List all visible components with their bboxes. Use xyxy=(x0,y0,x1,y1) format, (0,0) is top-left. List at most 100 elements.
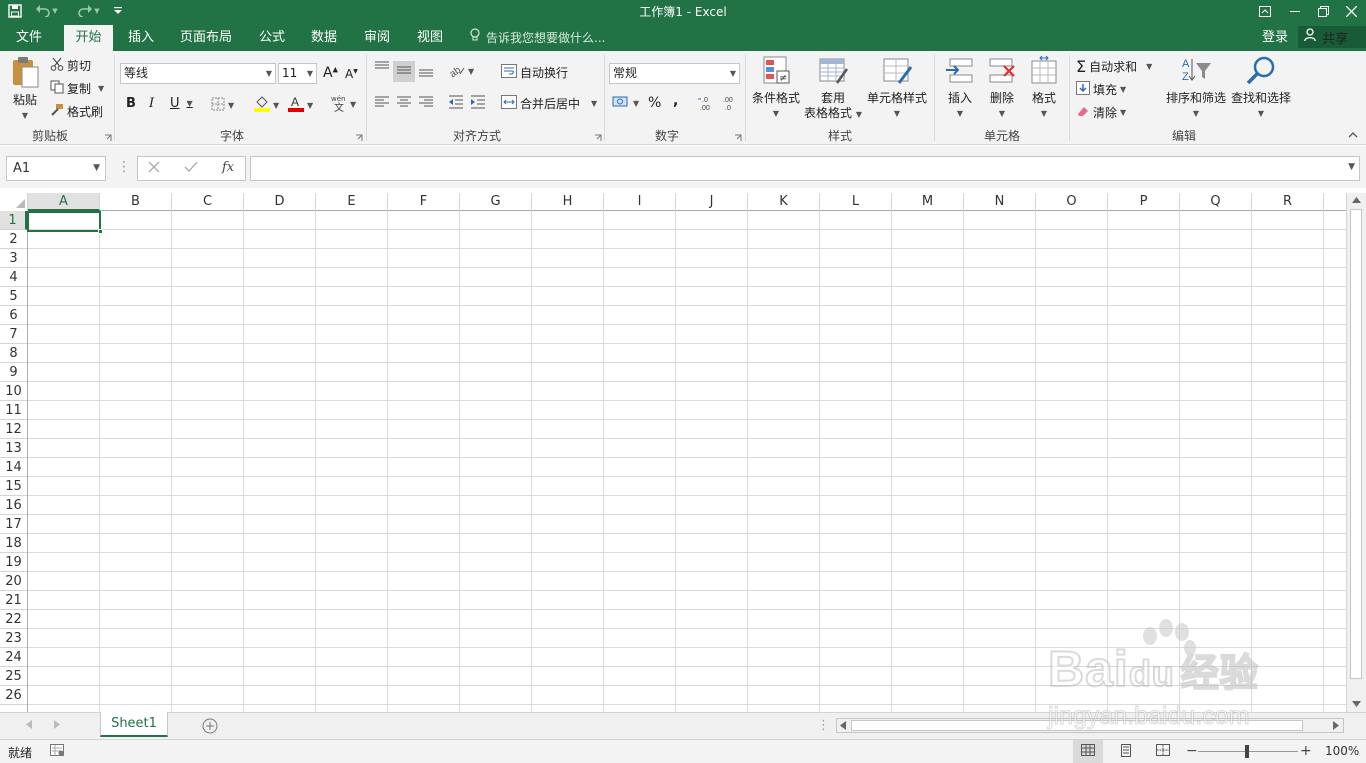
row-header-5[interactable]: 5 xyxy=(0,287,27,306)
shrink-font-button[interactable]: A▼ xyxy=(345,67,358,81)
restore-icon[interactable] xyxy=(1308,0,1338,22)
normal-view-button[interactable] xyxy=(1073,740,1103,763)
borders-button[interactable]: ▼ xyxy=(211,97,234,114)
font-size-combo[interactable]: 11 ▼ xyxy=(278,63,317,84)
row-header-23[interactable]: 23 xyxy=(0,629,27,648)
collapse-ribbon-icon[interactable] xyxy=(1348,131,1358,138)
column-header-o[interactable]: O xyxy=(1036,193,1108,211)
fill-button[interactable]: 填充 ▼ xyxy=(1076,81,1126,98)
column-header-p[interactable]: P xyxy=(1108,193,1180,211)
column-header-n[interactable]: N xyxy=(964,193,1036,211)
fill-color-button[interactable]: ▼ xyxy=(254,95,279,115)
align-middle-button[interactable] xyxy=(393,61,415,82)
vertical-scroll-thumb[interactable] xyxy=(1350,209,1362,679)
copy-button[interactable]: 复制 ▼ xyxy=(50,80,104,97)
comma-style-button[interactable]: , xyxy=(673,93,678,109)
decrease-indent-button[interactable] xyxy=(448,95,464,112)
chevron-down-icon[interactable]: ▼ xyxy=(591,99,597,108)
increase-indent-button[interactable] xyxy=(470,95,486,112)
increase-decimal-button[interactable]: .0.00 xyxy=(698,95,716,114)
row-header-3[interactable]: 3 xyxy=(0,249,27,268)
tab-insert[interactable]: 插入 xyxy=(118,25,164,51)
tab-page-layout[interactable]: 页面布局 xyxy=(170,25,242,51)
phonetic-button[interactable]: wén 文 ▼ xyxy=(331,94,356,115)
clipboard-launcher-icon[interactable] xyxy=(104,131,112,141)
row-header-12[interactable]: 12 xyxy=(0,420,27,439)
row-header-22[interactable]: 22 xyxy=(0,610,27,629)
horizontal-scrollbar[interactable] xyxy=(836,718,1344,733)
cell-styles-button[interactable]: 单元格样式 ▼ xyxy=(866,55,928,121)
column-header-r[interactable]: R xyxy=(1252,193,1324,211)
delete-cells-button[interactable]: 删除 ▼ xyxy=(982,55,1022,121)
row-header-9[interactable]: 9 xyxy=(0,363,27,382)
scroll-down-icon[interactable] xyxy=(1352,701,1361,707)
align-left-button[interactable] xyxy=(374,95,390,112)
merge-center-button[interactable]: 合并后居中 ▼ xyxy=(501,95,597,112)
clear-button[interactable]: 清除 ▼ xyxy=(1076,104,1126,121)
font-launcher-icon[interactable] xyxy=(355,131,363,141)
chevron-down-icon[interactable]: ▼ xyxy=(1120,108,1126,117)
row-header-16[interactable]: 16 xyxy=(0,496,27,515)
number-launcher-icon[interactable] xyxy=(734,131,742,141)
column-header-c[interactable]: C xyxy=(172,193,244,211)
row-header-18[interactable]: 18 xyxy=(0,534,27,553)
cell-area[interactable] xyxy=(28,211,1346,712)
wrap-text-button[interactable]: 自动换行 xyxy=(501,64,568,81)
zoom-in-button[interactable]: + xyxy=(1300,743,1312,759)
paste-button[interactable]: 粘贴 ▼ xyxy=(6,55,44,123)
chevron-down-icon[interactable]: ▼ xyxy=(1120,85,1126,94)
decrease-decimal-button[interactable]: .00.0 xyxy=(721,95,739,114)
row-header-10[interactable]: 10 xyxy=(0,382,27,401)
font-name-combo[interactable]: 等线 ▼ xyxy=(120,63,276,84)
column-header-m[interactable]: M xyxy=(892,193,964,211)
conditional-formatting-button[interactable]: ≠ 条件格式 ▼ xyxy=(750,55,802,121)
orientation-button[interactable]: ab ▼ xyxy=(448,63,474,81)
minimize-icon[interactable] xyxy=(1280,0,1310,22)
column-header-q[interactable]: Q xyxy=(1180,193,1252,211)
prev-sheet-icon[interactable] xyxy=(26,720,32,729)
page-layout-view-button[interactable] xyxy=(1111,740,1141,763)
chevron-down-icon[interactable]: ▼ xyxy=(1146,62,1152,71)
align-center-button[interactable] xyxy=(396,95,412,112)
bold-button[interactable]: B xyxy=(126,96,136,111)
tab-file[interactable]: 文件 xyxy=(4,25,54,51)
row-header-13[interactable]: 13 xyxy=(0,439,27,458)
column-header-b[interactable]: B xyxy=(100,193,172,211)
expand-formula-icon[interactable]: ▼ xyxy=(1348,162,1355,172)
zoom-out-button[interactable]: − xyxy=(1186,743,1198,759)
column-header-f[interactable]: F xyxy=(388,193,460,211)
tab-split-grip-icon[interactable]: ⋮ xyxy=(817,718,830,733)
row-header-6[interactable]: 6 xyxy=(0,306,27,325)
row-header-24[interactable]: 24 xyxy=(0,648,27,667)
share-button[interactable]: 共享 xyxy=(1298,26,1366,48)
sort-filter-button[interactable]: AZ 排序和筛选 ▼ xyxy=(1164,55,1228,121)
row-header-15[interactable]: 15 xyxy=(0,477,27,496)
scroll-right-icon[interactable] xyxy=(1333,721,1339,730)
underline-dropdown-icon[interactable]: ▼ xyxy=(187,99,193,108)
next-sheet-icon[interactable] xyxy=(54,720,60,729)
column-header-i[interactable]: I xyxy=(604,193,676,211)
align-right-button[interactable] xyxy=(418,95,434,112)
copy-dropdown-icon[interactable]: ▼ xyxy=(98,84,104,93)
column-header-l[interactable]: L xyxy=(820,193,892,211)
tab-review[interactable]: 审阅 xyxy=(355,25,399,51)
column-header-g[interactable]: G xyxy=(460,193,532,211)
align-top-button[interactable] xyxy=(374,61,390,78)
scroll-up-icon[interactable] xyxy=(1352,197,1361,203)
underline-button[interactable]: U ▼ xyxy=(170,96,193,111)
confirm-entry-icon[interactable] xyxy=(184,161,198,173)
tab-formulas[interactable]: 公式 xyxy=(250,25,294,51)
row-header-11[interactable]: 11 xyxy=(0,401,27,420)
macro-record-icon[interactable] xyxy=(50,744,64,756)
find-select-button[interactable]: 查找和选择 ▼ xyxy=(1229,55,1293,121)
row-header-17[interactable]: 17 xyxy=(0,515,27,534)
row-header-7[interactable]: 7 xyxy=(0,325,27,344)
ribbon-display-icon[interactable] xyxy=(1250,0,1280,22)
select-all-button[interactable] xyxy=(0,193,28,211)
close-icon[interactable] xyxy=(1336,0,1366,22)
row-header-21[interactable]: 21 xyxy=(0,591,27,610)
row-header-19[interactable]: 19 xyxy=(0,553,27,572)
fill-handle[interactable] xyxy=(98,229,103,234)
page-break-view-button[interactable] xyxy=(1148,740,1178,763)
worksheet-grid[interactable]: ABCDEFGHIJKLMNOPQR 1 2 3 4 5 6 7 8 9 10 11 12 13 14 15… xyxy=(0,193,1346,712)
